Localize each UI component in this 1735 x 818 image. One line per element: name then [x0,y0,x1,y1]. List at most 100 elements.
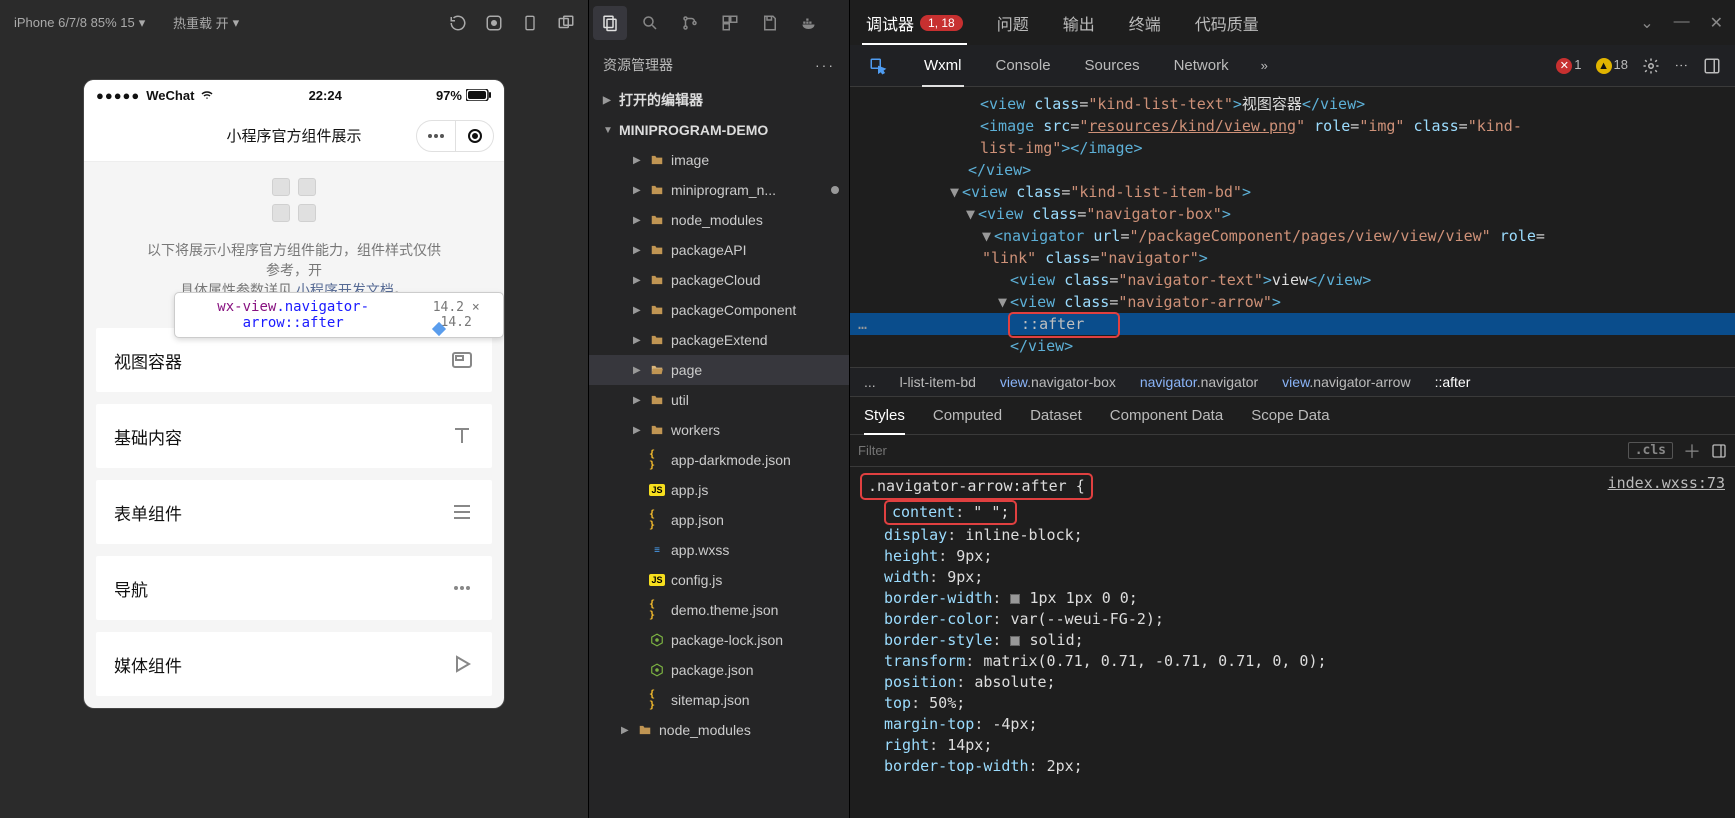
tree-item[interactable]: ▶packageComponent [589,295,849,325]
tree-item[interactable]: JSapp.js [589,475,849,505]
style-tab-dataset[interactable]: Dataset [1030,397,1082,435]
tree-item[interactable]: ▶page [589,355,849,385]
style-filter-input[interactable] [858,443,1628,458]
close-icon[interactable]: ✕ [1710,13,1723,33]
tree-item[interactable]: { }app-darkmode.json [589,445,849,475]
crumb[interactable]: navigator.navigator [1140,374,1258,390]
git-tab-icon[interactable] [673,6,707,40]
add-rule-icon[interactable]: ＋ [1683,438,1701,464]
top-tab-code-quality[interactable]: 代码质量 [1191,0,1263,45]
search-tab-icon[interactable] [633,6,667,40]
more-tabs-icon[interactable]: » [1261,58,1268,73]
explorer-tab-icon[interactable] [593,6,627,40]
section-open-editors[interactable]: ▶ 打开的编辑器 [589,85,849,115]
dom-link[interactable]: resources/kind/view.png [1088,117,1296,135]
swatch-icon[interactable] [1010,636,1020,646]
record-icon[interactable] [478,7,510,39]
tree-item[interactable]: ≡app.wxss [589,535,849,565]
sub-tab-console[interactable]: Console [994,45,1053,87]
style-tab-styles[interactable]: Styles [864,397,905,435]
tree-item[interactable]: ▶packageExtend [589,325,849,355]
css-declaration[interactable]: border-top-width: 2px; [884,756,1725,777]
source-ref-link[interactable]: index.wxss:73 [1608,473,1725,494]
tree-item[interactable]: package.json [589,655,849,685]
dom-tree[interactable]: <view class="kind-list-text">视图容器</view>… [850,87,1735,367]
css-declaration[interactable]: margin-top: -4px; [884,714,1725,735]
capsule-menu-button[interactable] [417,121,455,151]
docker-tab-icon[interactable] [793,6,827,40]
swatch-icon[interactable] [1010,594,1020,604]
css-declaration[interactable]: position: absolute; [884,672,1725,693]
css-declaration[interactable]: border-color: var(--weui-FG-2); [884,609,1725,630]
capsule-close-button[interactable] [455,121,493,151]
kebab-icon[interactable]: ⋮ [1674,59,1689,72]
kind-item[interactable]: 表单组件 [96,480,492,544]
tree-item[interactable]: { }app.json [589,505,849,535]
tree-item[interactable]: ▶packageCloud [589,265,849,295]
top-tab-terminal[interactable]: 终端 [1125,0,1165,45]
tree-item[interactable]: ▶node_modules [589,205,849,235]
sub-tab-wxml[interactable]: Wxml [922,45,964,87]
tree-item[interactable]: ▶workers [589,415,849,445]
css-declaration[interactable]: right: 14px; [884,735,1725,756]
cls-toggle-button[interactable]: .cls [1628,442,1673,459]
dock-side-icon[interactable] [1711,443,1727,459]
tree-item[interactable]: { }demo.theme.json [589,595,849,625]
tree-item-label: package.json [671,662,754,678]
popout-icon[interactable] [550,7,582,39]
dom-selected-line[interactable]: …::after [850,313,1735,335]
tree-item[interactable]: { }sitemap.json [589,685,849,715]
css-declaration[interactable]: border-width: 1px 1px 0 0; [884,588,1725,609]
top-tab-output[interactable]: 输出 [1059,0,1099,45]
kind-item[interactable]: 基础内容 [96,404,492,468]
css-declaration[interactable]: content: " "; [884,500,1725,525]
top-tab-debugger[interactable]: 调试器 1, 18 [862,0,967,45]
chevron-down-icon[interactable]: ⌄ [1640,13,1653,33]
inspect-element-icon[interactable] [864,52,892,80]
file-icon: { } [649,692,665,708]
tree-item[interactable]: ▶node_modules [589,715,849,745]
device-picker[interactable]: iPhone 6/7/8 85% 15 ▾ [6,0,161,45]
kind-item[interactable]: 媒体组件 [96,632,492,696]
tree-item[interactable]: package-lock.json [589,625,849,655]
kind-item[interactable]: 导航 [96,556,492,620]
tab-label: Sources [1085,57,1140,74]
sub-tab-sources[interactable]: Sources [1083,45,1142,87]
sub-tab-network[interactable]: Network [1172,45,1231,87]
rotate-icon[interactable] [442,7,474,39]
crumb[interactable]: view.navigator-box [1000,374,1116,390]
tree-item[interactable]: ▶util [589,385,849,415]
extensions-tab-icon[interactable] [713,6,747,40]
css-declaration[interactable]: transform: matrix(0.71, 0.71, -0.71, 0.7… [884,651,1725,672]
style-tab-scope-data[interactable]: Scope Data [1251,397,1329,435]
tree-item-label: packageComponent [671,302,796,318]
css-declaration[interactable]: width: 9px; [884,567,1725,588]
css-declaration[interactable]: height: 9px; [884,546,1725,567]
css-declaration[interactable]: display: inline-block; [884,525,1725,546]
hot-reload-toggle[interactable]: 热重载 开 ▾ [165,0,275,45]
error-count-icon: ✕ [1556,58,1572,74]
crumb[interactable]: ... [864,374,876,390]
gear-icon[interactable] [1642,57,1660,75]
more-icon[interactable]: ··· [815,57,835,73]
minimize-icon[interactable]: — [1674,13,1690,33]
crumb[interactable]: l-list-item-bd [900,374,976,390]
css-rules-pane[interactable]: index.wxss:73 .navigator-arrow:after { c… [850,467,1735,818]
style-tab-component-data[interactable]: Component Data [1110,397,1223,435]
crumb-active[interactable]: ::after [1435,374,1471,390]
tree-item[interactable]: ▶packageAPI [589,235,849,265]
crumb[interactable]: view.navigator-arrow [1282,374,1410,390]
css-declaration[interactable]: border-style: solid; [884,630,1725,651]
tree-item[interactable]: ▶image [589,145,849,175]
save-tab-icon[interactable] [753,6,787,40]
tree-item[interactable]: JSconfig.js [589,565,849,595]
css-declaration[interactable]: top: 50%; [884,693,1725,714]
app-logo-icon [272,178,316,222]
tree-item-label: image [671,152,709,168]
section-project[interactable]: ▼ MINIPROGRAM-DEMO [589,115,849,145]
dock-icon[interactable] [1703,57,1721,75]
tree-item[interactable]: ▶miniprogram_n... [589,175,849,205]
style-tab-computed[interactable]: Computed [933,397,1002,435]
phone-frame-icon[interactable] [514,7,546,39]
top-tab-problems[interactable]: 问题 [993,0,1033,45]
